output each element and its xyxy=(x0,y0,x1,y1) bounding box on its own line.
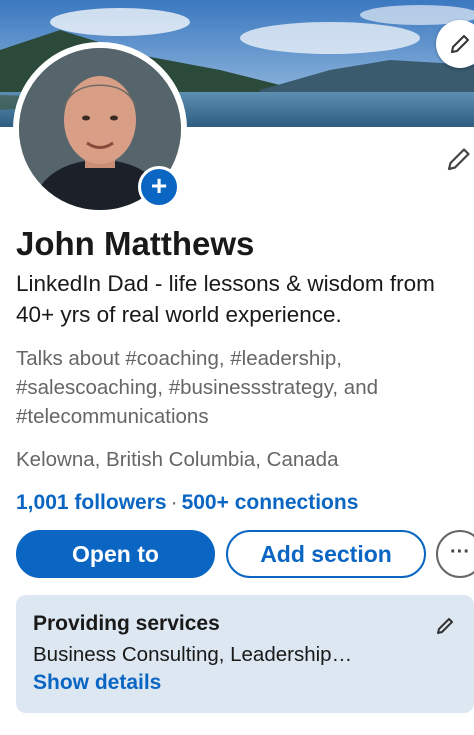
more-actions-button[interactable]: ··· xyxy=(436,530,474,578)
talks-about: Talks about #coaching, #leadership, #sal… xyxy=(16,347,379,428)
ellipsis-icon: ··· xyxy=(450,541,470,563)
edit-profile-button[interactable] xyxy=(446,146,472,177)
profile-headline: LinkedIn Dad - life lessons & wisdom fro… xyxy=(16,271,435,327)
add-section-button[interactable]: Add section xyxy=(226,530,426,578)
profile-name: John Matthews xyxy=(16,225,255,262)
followers-link[interactable]: 1,001 followers xyxy=(16,491,167,514)
network-stats: 1,001 followers · 500+ connections xyxy=(16,491,358,515)
connections-link[interactable]: 500+ connections xyxy=(182,491,359,514)
pencil-icon xyxy=(437,618,453,634)
separator-dot: · xyxy=(170,491,178,514)
edit-services-button[interactable] xyxy=(436,615,456,640)
show-details-link[interactable]: Show details xyxy=(33,671,161,695)
open-to-button[interactable]: Open to xyxy=(16,530,215,578)
pencil-icon xyxy=(451,35,469,53)
plus-icon: + xyxy=(150,170,168,201)
services-title: Providing services xyxy=(33,612,220,635)
services-description: Business Consulting, Leadership… xyxy=(33,643,353,666)
profile-location: Kelowna, British Columbia, Canada xyxy=(16,448,339,471)
pencil-icon xyxy=(447,148,470,171)
providing-services-card[interactable]: Providing services Business Consulting, … xyxy=(16,595,474,713)
add-photo-button[interactable]: + xyxy=(138,166,180,208)
